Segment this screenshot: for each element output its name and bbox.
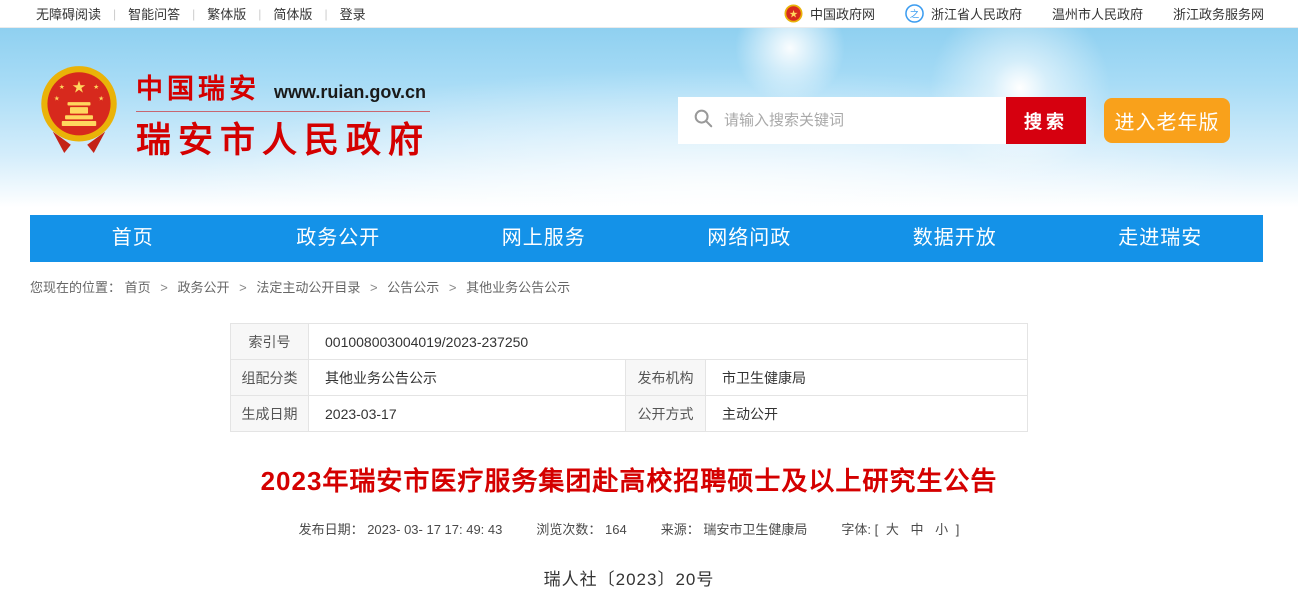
document-number: 瑞人社〔2023〕20号 <box>543 570 715 589</box>
topbar-link-label: 温州市人民政府 <box>1051 7 1143 22</box>
nav-item-gov-affairs[interactable]: 政务公开 <box>236 215 442 262</box>
site-logo[interactable]: ★ ★ ★ ★ ★ 中国瑞安 www.ruian.gov.cn 瑞安市人民政府 <box>38 64 431 165</box>
svg-text:★: ★ <box>54 96 60 103</box>
category-label: 组配分类 <box>230 359 309 396</box>
topbar-separator: | <box>192 6 196 21</box>
site-url: www.ruian.gov.cn <box>274 81 427 102</box>
breadcrumb: 您现在的位置： 首页 > 政务公开 > 法定主动公开目录 > 公告公示 > 其他… <box>30 277 1298 296</box>
site-name-large: 瑞安市人民政府 <box>136 119 431 161</box>
header-banner: ★ ★ ★ ★ ★ 中国瑞安 www.ruian.gov.cn 瑞安市人民政府 <box>0 28 1298 215</box>
topbar-link-wenzhou-gov[interactable]: 温州市人民政府 <box>1052 4 1143 23</box>
nav-item-about-ruian[interactable]: 走进瑞安 <box>1058 215 1264 262</box>
font-size-small-button[interactable]: 小 <box>935 522 948 537</box>
topbar-separator: | <box>113 6 117 21</box>
view-count-value: 164 <box>605 522 627 537</box>
nav-item-home[interactable]: 首页 <box>30 215 236 262</box>
disclosure-method-label: 公开方式 <box>625 395 706 432</box>
table-row: 索引号 001008003004019/2023-237250 <box>230 323 1028 360</box>
svg-text:★: ★ <box>72 78 87 96</box>
issuing-agency-value: 市卫生健康局 <box>705 359 1028 396</box>
topbar-link-simplified-chinese[interactable]: 简体版 <box>273 4 312 23</box>
view-count: 浏览次数： 164 <box>536 519 626 538</box>
source: 来源： 瑞安市卫生健康局 <box>661 519 808 538</box>
search-box <box>678 97 1006 144</box>
svg-text:★: ★ <box>98 96 104 103</box>
publish-date: 发布日期： 2023- 03- 17 17: 49: 43 <box>299 519 503 538</box>
topbar-left-links: 无障碍阅读 | 智能问答 | 繁体版 | 简体版 | 登录 <box>36 4 366 23</box>
svg-text:★: ★ <box>789 9 798 20</box>
topbar-link-zhejiang-services[interactable]: 浙江政务服务网 <box>1173 4 1264 23</box>
site-logo-text: 中国瑞安 www.ruian.gov.cn 瑞安市人民政府 <box>136 67 431 163</box>
breadcrumb-item-home[interactable]: 首页 <box>125 280 151 295</box>
topbar-link-label: 浙江省人民政府 <box>930 7 1022 22</box>
document-info-table: 索引号 001008003004019/2023-237250 组配分类 其他业… <box>230 323 1028 432</box>
site-logo-row1: 中国瑞安 www.ruian.gov.cn <box>136 67 431 112</box>
main-nav: 首页 政务公开 网上服务 网络问政 数据开放 走进瑞安 <box>30 215 1263 262</box>
creation-date-value: 2023-03-17 <box>308 395 626 432</box>
breadcrumb-separator: > <box>160 280 168 295</box>
topbar-link-zhejiang-gov[interactable]: 之 浙江省人民政府 <box>905 4 1022 23</box>
publish-date-label: 发布日期： <box>298 522 364 537</box>
search-button[interactable]: 搜索 <box>1006 97 1086 144</box>
topbar-link-login[interactable]: 登录 <box>340 4 366 23</box>
nav-item-open-data[interactable]: 数据开放 <box>852 215 1058 262</box>
breadcrumb-separator: > <box>239 280 247 295</box>
search-input[interactable] <box>724 112 996 129</box>
publish-date-value: 2023- 03- 17 17: 49: 43 <box>367 522 503 537</box>
search-icon <box>692 107 714 134</box>
topbar-link-china-gov[interactable]: ★ 中国政府网 <box>784 4 875 23</box>
topbar-link-accessibility[interactable]: 无障碍阅读 <box>36 4 101 23</box>
zhejiang-logo-icon: 之 <box>905 4 924 23</box>
font-size-bracket: [ <box>874 522 879 537</box>
svg-text:★: ★ <box>93 84 99 91</box>
article-title: 2023年瑞安市医疗服务集团赴高校招聘硕士及以上研究生公告 <box>260 466 998 496</box>
breadcrumb-item-current: 其他业务公告公示 <box>466 280 571 295</box>
table-row: 生成日期 2023-03-17 公开方式 主动公开 <box>230 395 1028 432</box>
breadcrumb-separator: > <box>370 280 378 295</box>
nav-item-online-politics[interactable]: 网络问政 <box>647 215 853 262</box>
category-value: 其他业务公告公示 <box>308 359 626 396</box>
disclosure-method-value: 主动公开 <box>705 395 1028 432</box>
source-value: 瑞安市卫生健康局 <box>703 522 808 537</box>
font-size-control: 字体: [ 大 中 小 ] <box>841 519 959 538</box>
font-size-label: 字体: <box>841 522 871 537</box>
breadcrumb-separator: > <box>448 280 457 295</box>
site-name-small: 中国瑞安 <box>136 73 260 105</box>
topbar-separator: | <box>258 6 262 21</box>
national-emblem-icon: ★ <box>784 4 803 23</box>
topbar-right-links: ★ 中国政府网 之 浙江省人民政府 温州市人民政府 浙江政务服务网 <box>754 4 1264 23</box>
article-meta: 发布日期： 2023- 03- 17 17: 49: 43 浏览次数： 164 … <box>230 519 1028 538</box>
elderly-version-button[interactable]: 进入老年版 <box>1104 98 1230 143</box>
svg-text:之: 之 <box>910 8 920 20</box>
creation-date-label: 生成日期 <box>230 395 309 432</box>
font-size-medium-button[interactable]: 中 <box>911 522 924 537</box>
topbar-link-traditional-chinese[interactable]: 繁体版 <box>207 4 246 23</box>
topbar-link-label: 浙江政务服务网 <box>1172 7 1264 22</box>
nav-item-online-services[interactable]: 网上服务 <box>441 215 647 262</box>
breadcrumb-item-statutory-catalog[interactable]: 法定主动公开目录 <box>256 280 360 295</box>
article: 2023年瑞安市医疗服务集团赴高校招聘硕士及以上研究生公告 发布日期： 2023… <box>230 461 1028 589</box>
issuing-agency-label: 发布机构 <box>625 359 706 396</box>
topbar: 无障碍阅读 | 智能问答 | 繁体版 | 简体版 | 登录 ★ 中国政府网 之 … <box>0 0 1298 28</box>
breadcrumb-item-gov-affairs[interactable]: 政务公开 <box>178 280 230 295</box>
index-number-label: 索引号 <box>230 323 309 360</box>
topbar-link-label: 中国政府网 <box>809 7 875 22</box>
search-area: 搜索 进入老年版 <box>678 97 1230 144</box>
topbar-separator: | <box>324 6 328 21</box>
index-number-value: 001008003004019/2023-237250 <box>308 323 1028 360</box>
svg-text:★: ★ <box>59 84 65 91</box>
breadcrumb-prefix: 您现在的位置： <box>30 280 122 295</box>
source-label: 来源： <box>660 522 700 537</box>
topbar-link-smart-qa[interactable]: 智能问答 <box>128 4 180 23</box>
breadcrumb-item-announcements[interactable]: 公告公示 <box>387 280 439 295</box>
table-row: 组配分类 其他业务公告公示 发布机构 市卫生健康局 <box>230 359 1028 396</box>
font-size-bracket: ] <box>955 522 960 537</box>
national-emblem-logo-icon: ★ ★ ★ ★ ★ <box>38 64 120 165</box>
view-count-label: 浏览次数： <box>536 522 602 537</box>
font-size-large-button[interactable]: 大 <box>886 522 899 537</box>
